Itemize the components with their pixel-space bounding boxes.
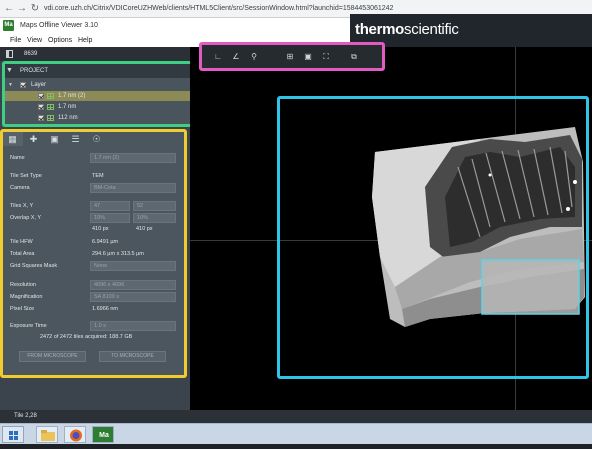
sidebar-id-label: 8639	[24, 51, 38, 57]
project-tree-highlight	[2, 61, 194, 127]
window-title: Maps Offline Viewer 3.10	[20, 22, 98, 29]
viewer-highlight	[277, 96, 589, 379]
viewer-toolbar: ∟ ∠ ⚲ ⊞ ▣ ⛶ ⧉	[199, 42, 385, 71]
firefox-icon	[70, 429, 82, 442]
fit-view-icon[interactable]: ⛶	[320, 51, 332, 62]
status-bar: Tile 2,28	[0, 410, 592, 423]
folder-icon	[41, 430, 55, 441]
start-button[interactable]	[2, 426, 24, 443]
panel-toggle-icon[interactable]	[6, 50, 13, 58]
maps-viewer-taskbar-button[interactable]: Ma	[92, 426, 114, 443]
file-explorer-button[interactable]	[36, 426, 58, 443]
menu-help[interactable]: Help	[78, 35, 92, 46]
select-region-icon[interactable]: ▣	[302, 51, 314, 62]
os-taskbar: Ma	[0, 423, 592, 444]
add-tile-icon[interactable]: ⊞	[284, 51, 296, 62]
copy-icon[interactable]: ⧉	[348, 51, 360, 62]
angle-icon[interactable]: ∠	[230, 51, 242, 62]
ruler-icon[interactable]: ∟	[212, 51, 224, 62]
zoom-icon[interactable]: ⚲	[248, 51, 260, 62]
tile-status: Tile 2,28	[14, 413, 37, 419]
menu-view[interactable]: View	[27, 35, 42, 46]
reload-icon[interactable]: ↻	[30, 3, 40, 14]
brand-bold-text: thermo	[355, 21, 405, 38]
menu-file[interactable]: File	[10, 35, 21, 46]
app-logo-icon: Ma	[3, 20, 14, 31]
properties-highlight	[0, 129, 187, 378]
brand-logo: thermoscientific	[355, 19, 459, 41]
brand-light-text: scientific	[404, 21, 459, 38]
firefox-button[interactable]	[64, 426, 86, 443]
maps-app-icon: Ma	[99, 432, 109, 439]
address-bar[interactable]: vdi.core.uzh.ch/Citrix/VDICoreUZHWeb/cli…	[44, 3, 393, 15]
menu-options[interactable]: Options	[48, 35, 72, 46]
sidebar-header: 8639	[0, 47, 190, 61]
windows-logo-icon	[9, 431, 18, 440]
forward-icon[interactable]: →	[17, 3, 27, 14]
back-icon[interactable]: ←	[4, 3, 14, 14]
